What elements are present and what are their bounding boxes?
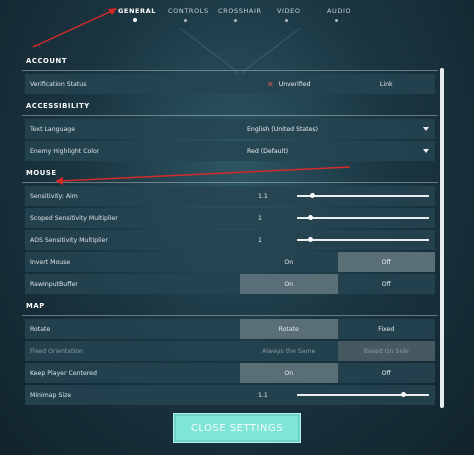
setting-label: ADS Sensitivity Multiplier — [30, 236, 108, 244]
setting-label: Keep Player Centered — [30, 369, 97, 377]
setting-row-text-language: Text Language English (United States) — [25, 119, 435, 139]
tab-audio[interactable]: AUDIO — [327, 7, 351, 15]
scrollbar-thumb[interactable] — [440, 68, 444, 408]
slider-handle[interactable] — [308, 215, 314, 220]
minimap-size-slider[interactable] — [297, 392, 429, 397]
tab-video[interactable]: VIDEO — [277, 7, 301, 15]
keep-centered-on-button[interactable]: On — [240, 363, 338, 383]
setting-row-rotate: Rotate Rotate Fixed — [25, 319, 435, 339]
invert-mouse-on-button[interactable]: On — [240, 252, 338, 272]
verification-status-text: Unverified — [278, 80, 311, 88]
setting-label: Verification Status — [30, 80, 87, 88]
minimap-size-input[interactable]: 1.1 — [240, 392, 290, 399]
settings-panel: ACCOUNT Verification Status ✕ Unverified… — [22, 48, 438, 410]
slider-handle[interactable] — [400, 392, 406, 397]
setting-label: Scoped Sensitivity Multiplier — [30, 214, 118, 222]
setting-row-raw-input-buffer: RawInputBuffer On Off — [25, 274, 435, 294]
ads-sensitivity-input[interactable]: 1 — [240, 237, 290, 244]
sensitivity-aim-input[interactable]: 1.1 — [240, 193, 290, 200]
setting-row-fixed-orientation: Fixed Orientation Always the Same Based … — [25, 341, 435, 361]
close-settings-button[interactable]: CLOSE SETTINGS — [173, 413, 301, 443]
setting-label: Fixed Orientation — [30, 347, 83, 355]
tab-indicator-dot — [335, 19, 338, 22]
setting-label: Sensitivity: Aim — [30, 192, 78, 200]
keep-centered-off-button[interactable]: Off — [338, 363, 436, 383]
raw-input-off-button[interactable]: Off — [338, 274, 436, 294]
tab-indicator-dot — [285, 19, 288, 22]
setting-row-scoped-sensitivity: Scoped Sensitivity Multiplier 1 — [25, 208, 435, 228]
link-button[interactable]: Link — [338, 74, 436, 94]
enemy-highlight-dropdown[interactable]: Red (Default) — [240, 141, 435, 161]
setting-row-enemy-highlight-color: Enemy Highlight Color Red (Default) — [25, 141, 435, 161]
tab-crosshair[interactable]: CROSSHAIR — [218, 7, 262, 15]
setting-row-sensitivity-aim: Sensitivity: Aim 1.1 — [25, 186, 435, 206]
sensitivity-aim-slider[interactable] — [297, 193, 429, 198]
setting-label: RawInputBuffer — [30, 280, 78, 288]
rotate-option-button[interactable]: Rotate — [240, 319, 338, 339]
tab-indicator-dot — [184, 19, 187, 22]
slider-handle[interactable] — [309, 193, 315, 198]
setting-label: Text Language — [30, 125, 76, 133]
scoped-sensitivity-input[interactable]: 1 — [240, 215, 290, 222]
caret-down-icon — [423, 149, 429, 153]
ads-sensitivity-slider[interactable] — [297, 237, 429, 242]
setting-row-invert-mouse: Invert Mouse On Off — [25, 252, 435, 272]
invert-mouse-off-button[interactable]: Off — [337, 252, 435, 272]
setting-row-minimap-size: Minimap Size 1.1 — [25, 385, 435, 405]
tab-indicator-dot — [234, 19, 237, 22]
setting-row-ads-sensitivity: ADS Sensitivity Multiplier 1 — [25, 230, 435, 250]
caret-down-icon — [423, 127, 429, 131]
setting-label: Enemy Highlight Color — [30, 147, 100, 155]
fixed-option-button[interactable]: Fixed — [338, 319, 436, 339]
verification-status-value: ✕ Unverified — [240, 74, 338, 94]
tab-indicator-dot — [133, 18, 137, 22]
always-same-option-button[interactable]: Always the Same — [240, 341, 338, 361]
setting-label: Rotate — [30, 325, 51, 333]
x-icon: ✕ — [266, 79, 274, 89]
setting-row-verification-status: Verification Status ✕ Unverified Link — [25, 74, 435, 94]
setting-label: Invert Mouse — [30, 258, 71, 266]
raw-input-on-button[interactable]: On — [240, 274, 338, 294]
text-language-dropdown[interactable]: English (United States) — [240, 119, 435, 139]
tab-controls[interactable]: CONTROLS — [168, 7, 209, 15]
based-on-side-option-button[interactable]: Based On Side — [337, 341, 435, 361]
section-header-map: MAP — [22, 296, 438, 316]
section-header-mouse: MOUSE — [22, 163, 438, 183]
tab-general[interactable]: GENERAL — [118, 7, 156, 15]
section-header-account: ACCOUNT — [22, 51, 438, 71]
settings-scrollbar[interactable] — [440, 68, 444, 408]
slider-handle[interactable] — [308, 237, 314, 242]
dropdown-value: Red (Default) — [247, 147, 289, 155]
dropdown-value: English (United States) — [247, 125, 319, 133]
setting-label: Minimap Size — [30, 391, 72, 399]
scoped-sensitivity-slider[interactable] — [297, 215, 429, 220]
section-header-accessibility: ACCESSIBILITY — [22, 96, 438, 116]
settings-tab-bar: GENERAL CONTROLS CROSSHAIR VIDEO AUDIO — [0, 0, 474, 24]
setting-row-keep-player-centered: Keep Player Centered On Off — [25, 363, 435, 383]
